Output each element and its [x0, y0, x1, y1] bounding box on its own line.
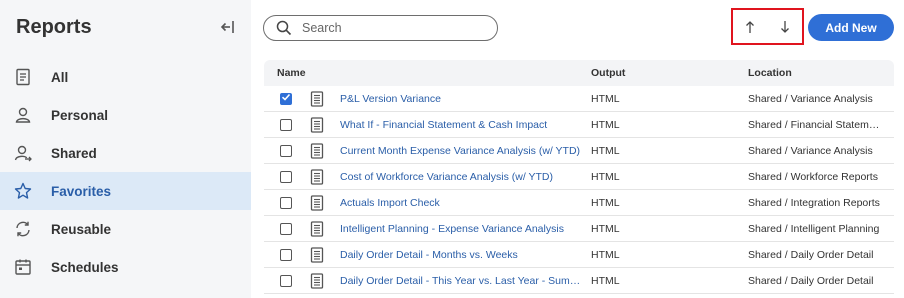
- report-output: HTML: [591, 222, 620, 235]
- search-box[interactable]: [263, 15, 498, 41]
- report-icon: [310, 220, 340, 237]
- row-checkbox[interactable]: [280, 248, 292, 261]
- row-checkbox-cell: [264, 196, 310, 209]
- table-row[interactable]: Cost of Workforce Variance Analysis (w/ …: [264, 164, 894, 190]
- report-name-link[interactable]: P&L Version Variance: [340, 93, 591, 105]
- row-checkbox-cell: [264, 170, 310, 183]
- refresh-icon: [14, 220, 32, 238]
- report-output: HTML: [591, 170, 620, 183]
- column-header-location[interactable]: Location: [748, 67, 884, 79]
- calendar-icon: [14, 258, 32, 276]
- report-location: Shared / Financial Statement Reports: [748, 118, 884, 131]
- sidebar-item-label: Schedules: [51, 259, 119, 275]
- sidebar-item-label: All: [51, 69, 69, 85]
- row-checkbox-cell: [264, 248, 310, 261]
- sidebar-item-personal[interactable]: Personal: [0, 96, 251, 134]
- sidebar-item-shared[interactable]: Shared: [0, 134, 251, 172]
- report-location: Shared / Workforce Reports: [748, 170, 878, 183]
- row-checkbox[interactable]: [280, 118, 292, 131]
- column-header-output[interactable]: Output: [591, 67, 748, 79]
- report-output: HTML: [591, 144, 620, 157]
- search-input[interactable]: [302, 21, 482, 35]
- star-icon: [14, 182, 32, 200]
- report-location: Shared / Intelligent Planning: [748, 222, 880, 235]
- report-name-link[interactable]: What If - Financial Statement & Cash Imp…: [340, 119, 591, 131]
- document-icon: [14, 68, 32, 86]
- column-header-name[interactable]: Name: [264, 67, 591, 79]
- report-name-link[interactable]: Daily Order Detail - Months vs. Weeks: [340, 249, 591, 261]
- sidebar-item-label: Shared: [51, 145, 97, 161]
- table-row[interactable]: Current Month Expense Variance Analysis …: [264, 138, 894, 164]
- sidebar-item-label: Personal: [51, 107, 109, 123]
- report-name-link[interactable]: Daily Order Detail - This Year vs. Last …: [340, 275, 591, 287]
- report-location: Shared / Integration Reports: [748, 196, 880, 209]
- row-checkbox[interactable]: [280, 170, 292, 183]
- add-new-button[interactable]: Add New: [808, 14, 894, 41]
- arrow-down-icon[interactable]: [776, 18, 794, 36]
- report-icon: [310, 246, 340, 263]
- sidebar-title: Reports: [16, 16, 92, 38]
- row-checkbox[interactable]: [280, 144, 292, 157]
- table-row[interactable]: P&L Version Variance HTML Shared / Varianc…: [264, 86, 894, 112]
- table-body: P&L Version Variance HTML Shared / Varianc…: [264, 86, 894, 294]
- row-checkbox-cell: [264, 118, 310, 131]
- report-icon: [310, 168, 340, 185]
- row-checkbox[interactable]: [280, 222, 292, 235]
- sidebar-item-label: Reusable: [51, 221, 112, 237]
- arrow-up-icon[interactable]: [741, 18, 759, 36]
- collapse-sidebar-icon[interactable]: [219, 18, 237, 36]
- report-icon: [310, 194, 340, 211]
- search-icon: [276, 20, 292, 36]
- table-row[interactable]: Intelligent Planning - Expense Variance …: [264, 216, 894, 242]
- table-header: Name Output Location: [264, 60, 894, 86]
- report-name-link[interactable]: Cost of Workforce Variance Analysis (w/ …: [340, 171, 591, 183]
- report-location: Shared / Daily Order Detail: [748, 248, 874, 261]
- report-name-link[interactable]: Current Month Expense Variance Analysis …: [340, 145, 591, 157]
- table-row[interactable]: Daily Order Detail - This Year vs. Last …: [264, 268, 894, 294]
- row-checkbox-cell: [264, 222, 310, 235]
- report-output: HTML: [591, 118, 620, 131]
- row-checkbox[interactable]: [280, 196, 292, 209]
- checkmark-icon: [281, 92, 291, 105]
- report-output: HTML: [591, 92, 620, 105]
- report-location: Shared / Daily Order Detail: [748, 274, 874, 287]
- table-row[interactable]: Daily Order Detail - Months vs. Weeks HTM…: [264, 242, 894, 268]
- sidebar-item-reusable[interactable]: Reusable: [0, 210, 251, 248]
- report-icon: [310, 142, 340, 159]
- report-name-link[interactable]: Actuals Import Check: [340, 197, 591, 209]
- row-checkbox-cell: [264, 144, 310, 157]
- reports-table: Name Output Location P&L Version Varianc…: [264, 60, 894, 294]
- report-icon: [310, 116, 340, 133]
- report-output: HTML: [591, 274, 620, 287]
- sidebar-item-label: Favorites: [51, 183, 112, 199]
- row-checkbox-cell: [264, 92, 310, 105]
- row-checkbox[interactable]: [280, 274, 292, 287]
- report-icon: [310, 90, 340, 107]
- report-output: HTML: [591, 196, 620, 209]
- row-checkbox[interactable]: [280, 92, 292, 105]
- row-checkbox-cell: [264, 274, 310, 287]
- report-name-link[interactable]: Intelligent Planning - Expense Variance …: [340, 223, 591, 235]
- report-location: Shared / Variance Analysis: [748, 144, 873, 157]
- sidebar-nav: All Personal Shared Favorites Reusable S…: [0, 58, 251, 286]
- sidebar-item-favorites[interactable]: Favorites: [0, 172, 251, 210]
- sidebar: Reports All Personal Shared Favorites Re…: [0, 0, 251, 298]
- table-row[interactable]: Actuals Import Check HTML Shared / Integra…: [264, 190, 894, 216]
- table-row[interactable]: What If - Financial Statement & Cash Imp…: [264, 112, 894, 138]
- shared-person-icon: [14, 144, 32, 162]
- sidebar-item-all[interactable]: All: [0, 58, 251, 96]
- report-icon: [310, 272, 340, 289]
- person-icon: [14, 106, 32, 124]
- report-location: Shared / Variance Analysis: [748, 92, 873, 105]
- sidebar-item-schedules[interactable]: Schedules: [0, 248, 251, 286]
- sort-controls: [731, 8, 804, 45]
- report-output: HTML: [591, 248, 620, 261]
